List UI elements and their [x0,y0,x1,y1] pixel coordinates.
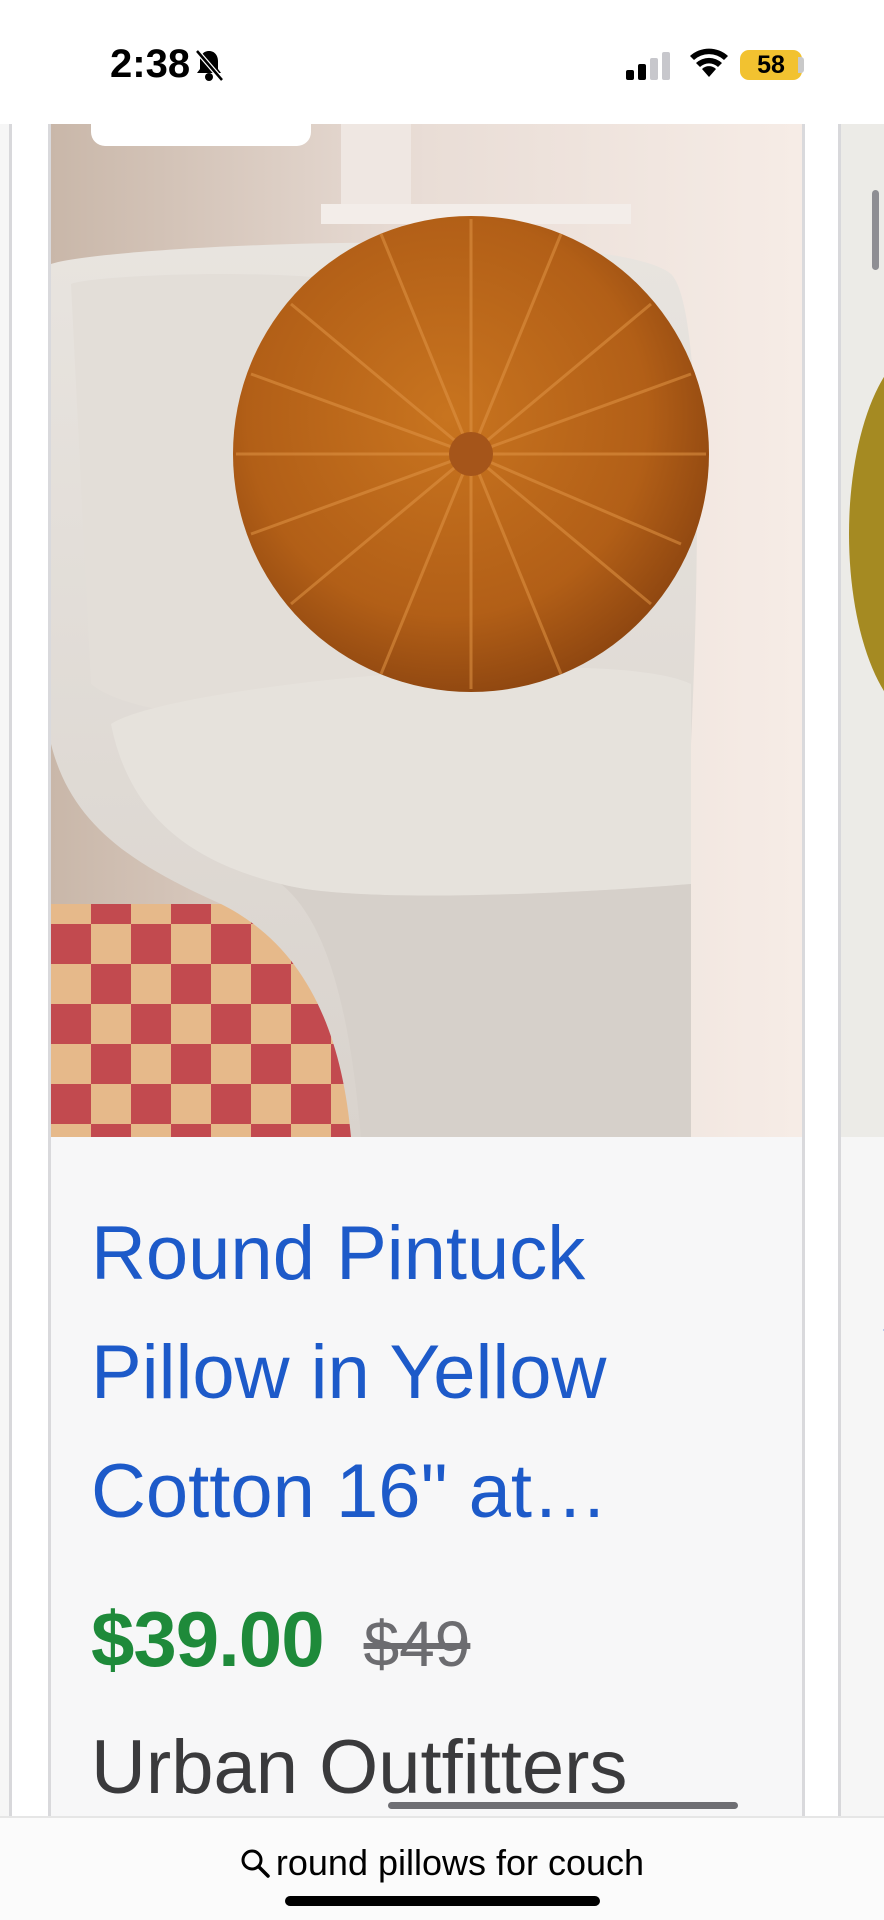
search-query-text: round pillows for couch [275,1842,645,1883]
original-price: $49 [363,1608,471,1680]
next-pillow-shape [849,344,884,724]
battery-level: 58 [757,50,785,79]
next-product-card[interactable]: T V 1 $ [838,124,884,1816]
vertical-scrollbar[interactable] [872,190,879,270]
horizontal-scroll-indicator [388,1802,738,1809]
product-card[interactable]: Round Pintuck Pillow in Yellow Cotton 16… [48,124,805,1816]
previous-product-card[interactable] [0,124,12,1816]
bell-slash-icon [195,49,224,82]
search-query-pill[interactable]: round pillows for couch [0,1838,884,1888]
status-bar: 2:38 58 [0,0,884,124]
image-overlay-chip [91,124,311,146]
cellular-signal-icon [626,52,670,80]
battery-indicator: 58 [740,50,802,80]
product-image[interactable] [51,124,802,1137]
next-product-image [841,124,884,1137]
shopping-carousel[interactable]: Round Pintuck Pillow in Yellow Cotton 16… [0,124,884,1816]
product-title[interactable]: Round Pintuck Pillow in Yellow Cotton 16… [91,1194,771,1551]
seller-name: Urban Outfitters [91,1725,628,1810]
price-row: $39.00 $49 [91,1594,470,1694]
status-time: 2:38 [110,42,191,86]
sale-price: $39.00 [91,1595,325,1683]
home-indicator[interactable] [285,1896,600,1906]
wifi-icon [690,48,728,77]
round-pintuck-pillow-image [51,124,802,1137]
search-icon [241,1849,270,1878]
battery-tip [798,57,804,73]
